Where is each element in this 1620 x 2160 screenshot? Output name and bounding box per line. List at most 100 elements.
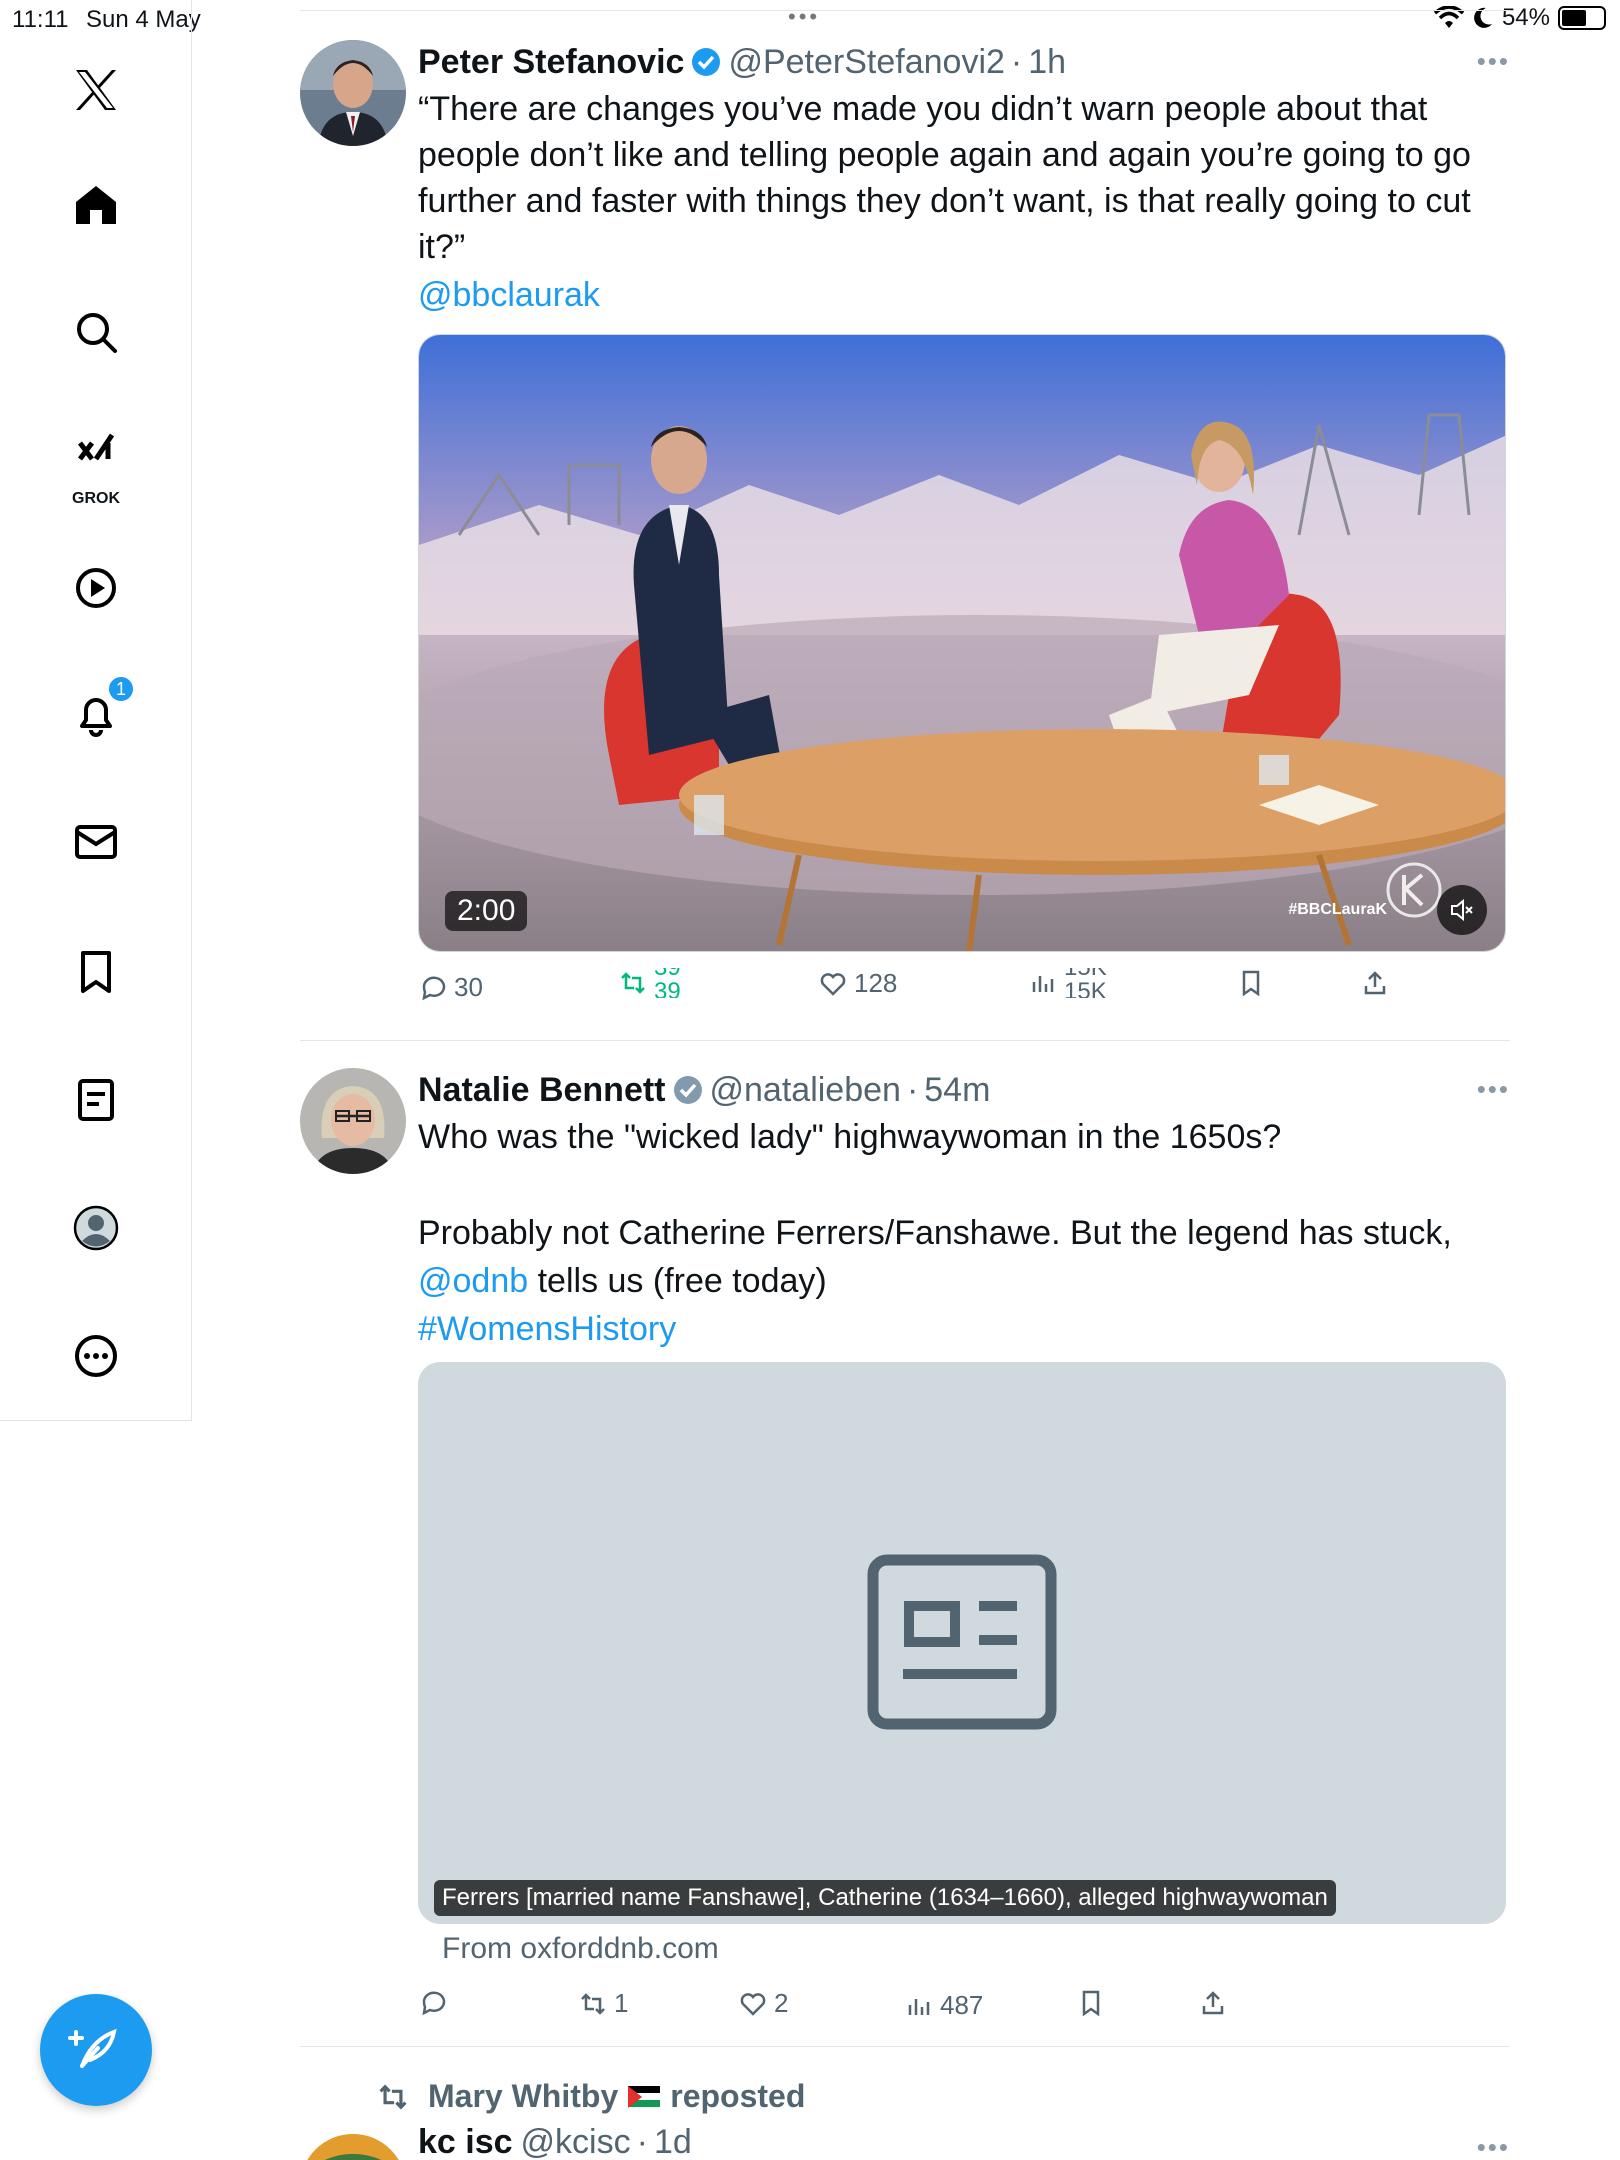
mention-link[interactable]: @bbclaurak <box>418 272 1510 318</box>
bookmark-icon <box>1242 970 1260 997</box>
heart-icon <box>820 972 846 996</box>
video-hashtag-overlay: #BBCLauraK <box>1288 901 1387 918</box>
reply-button[interactable]: 30 <box>418 972 483 1003</box>
post-header: Peter Stefanovic @PeterStefanovi2 · 1h <box>418 40 1510 84</box>
reply-icon <box>422 1991 446 2016</box>
avatar[interactable] <box>300 2134 406 2160</box>
video-frame <box>419 335 1505 951</box>
views-button[interactable]: 15K 15K <box>1028 968 1107 998</box>
divider <box>300 2046 1510 2047</box>
author-handle[interactable]: @PeterStefanovi2 <box>728 40 1004 84</box>
repost-icon <box>621 972 645 994</box>
views-bar-chart-icon <box>908 1998 930 2015</box>
post-text-line-1: Who was the "wicked lady" highwaywoman i… <box>418 1118 1282 1156</box>
like-count: 128 <box>854 968 898 998</box>
share-icon <box>1364 971 1386 995</box>
bell-icon[interactable]: 1 <box>62 674 136 748</box>
mention-link[interactable]: @odnb <box>418 1262 528 1300</box>
like-count: 2 <box>774 1988 789 2018</box>
post-header: kc isc @kcisc · 1d <box>418 2124 692 2160</box>
card-source[interactable]: From oxforddnb.com <box>442 1932 719 1966</box>
views-count: 487 <box>940 1990 984 2020</box>
search-icon[interactable] <box>62 298 130 366</box>
verified-badge-icon <box>672 1074 704 1106</box>
post-body: Peter Stefanovic @PeterStefanovi2 · 1h •… <box>418 40 1510 318</box>
bookmark-button[interactable] <box>1236 968 1266 998</box>
author-handle[interactable]: @kcisc <box>521 2124 631 2160</box>
post-header: Natalie Bennett @natalieben · 54m <box>418 1068 1510 1112</box>
lists-icon[interactable] <box>62 1066 130 1134</box>
video-play-icon[interactable] <box>62 554 130 622</box>
x-logo-icon[interactable] <box>62 56 130 124</box>
post-natalie-bennett[interactable]: Natalie Bennett @natalieben · 54m ••• Wh… <box>300 1068 1510 2038</box>
repost-count-bottom: 39 <box>654 978 681 999</box>
link-card[interactable]: Ferrers [married name Fanshawe], Catheri… <box>418 1362 1506 1924</box>
post-body: Natalie Bennett @natalieben · 54m ••• Wh… <box>418 1068 1510 1352</box>
notification-badge: 1 <box>106 674 136 704</box>
grok-label: GROK <box>72 490 120 507</box>
article-card-icon <box>867 1554 1057 1730</box>
repost-count: 39 39 <box>654 968 681 998</box>
share-icon <box>1202 1991 1224 2015</box>
share-button[interactable] <box>1360 968 1390 998</box>
reposted-by-line[interactable]: Mary Whitby reposted <box>376 2078 805 2115</box>
post-time[interactable]: 1h <box>1028 40 1066 84</box>
author-name[interactable]: Natalie Bennett <box>418 1068 666 1112</box>
mail-icon[interactable] <box>62 808 130 876</box>
divider <box>300 1040 1510 1041</box>
post-text-line-2: Probably not Catherine Ferrers/Fanshawe.… <box>418 1214 1452 1252</box>
post-time[interactable]: 54m <box>924 1068 990 1112</box>
video-player[interactable]: 2:00 #BBCLauraK <box>418 334 1506 952</box>
bookmark-icon <box>1082 1990 1100 2017</box>
post-time[interactable]: 1d <box>654 2124 692 2160</box>
author-handle[interactable]: @natalieben <box>710 1068 901 1112</box>
like-button[interactable]: 2 <box>738 1988 788 2019</box>
post-text-line-3: @odnb tells us (free today) <box>418 1258 1510 1304</box>
grok-icon[interactable]: GROK <box>62 418 130 507</box>
compose-feather-icon <box>68 2028 117 2068</box>
bookmark-icon[interactable] <box>62 938 130 1006</box>
repost-button[interactable]: 39 39 <box>618 968 681 998</box>
post-kc-isc[interactable]: kc isc @kcisc · 1d ••• <box>300 2124 1510 2160</box>
hashtag-link[interactable]: #WomensHistory <box>418 1306 1510 1352</box>
views-bar-chart-icon <box>1032 976 1054 992</box>
post-peter-stefanovic[interactable]: Peter Stefanovic @PeterStefanovi2 · 1h •… <box>300 40 1510 1020</box>
more-options-icon[interactable]: ••• <box>1477 46 1510 77</box>
post-text: “There are changes you’ve made you didn’… <box>418 90 1471 266</box>
views-button[interactable]: 487 <box>904 1990 983 2021</box>
repost-icon <box>581 1992 605 2015</box>
sidebar: GROK 1 <box>0 0 192 1421</box>
bookmark-button[interactable] <box>1076 1988 1106 2018</box>
separator: · <box>1010 43 1023 81</box>
speaker-muted-icon <box>1451 898 1473 922</box>
reply-count: 30 <box>454 972 483 1002</box>
video-duration: 2:00 <box>445 891 528 931</box>
views-count: 15K 15K <box>1064 968 1107 998</box>
mute-button[interactable] <box>1437 885 1487 935</box>
reposter-name[interactable]: Mary Whitby <box>428 2078 618 2115</box>
share-button[interactable] <box>1198 1988 1228 2018</box>
like-button[interactable]: 128 <box>818 968 897 999</box>
profile-icon[interactable] <box>62 1194 130 1262</box>
reposted-label: reposted <box>670 2078 806 2114</box>
avatar[interactable] <box>300 1068 406 1174</box>
compose-button[interactable] <box>40 1994 152 2106</box>
author-name[interactable]: Peter Stefanovic <box>418 40 684 84</box>
avatar[interactable] <box>300 40 406 146</box>
card-title: Ferrers [married name Fanshawe], Catheri… <box>434 1880 1336 1916</box>
repost-icon <box>379 2084 407 2109</box>
repost-count: 1 <box>614 1988 629 2018</box>
repost-button[interactable]: 1 <box>578 1988 628 2019</box>
post-text-line-3-rest: tells us (free today) <box>528 1262 827 1300</box>
post-actions: 1 2 487 <box>418 1984 1506 2034</box>
home-icon[interactable] <box>62 170 130 238</box>
more-circle-icon[interactable] <box>62 1322 130 1390</box>
divider <box>300 10 1510 11</box>
more-options-icon[interactable]: ••• <box>1477 1074 1510 1105</box>
heart-icon <box>740 1992 766 2016</box>
verified-badge-icon <box>690 46 722 78</box>
reply-button[interactable] <box>418 1988 454 2018</box>
more-options-icon[interactable]: ••• <box>1477 2132 1510 2160</box>
author-name[interactable]: kc isc <box>418 2124 513 2160</box>
